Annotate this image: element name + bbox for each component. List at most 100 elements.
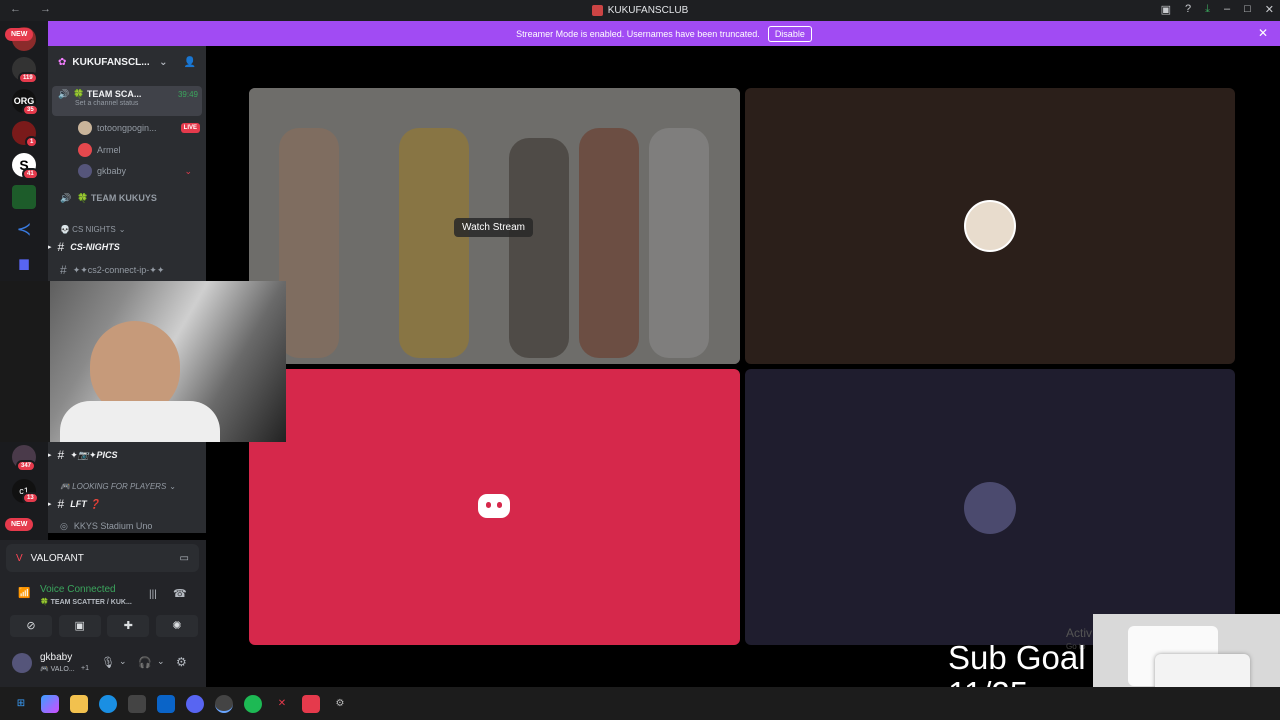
soundboard-icon[interactable]: ✺ — [155, 615, 198, 637]
activities-icon[interactable]: ✚ — [107, 615, 150, 637]
folder-icon[interactable]: ▆ — [12, 251, 36, 275]
windows-start-icon[interactable]: ⊞ — [12, 695, 30, 713]
member-name: gkbaby — [97, 166, 127, 176]
user-name[interactable]: gkbaby — [40, 652, 72, 663]
stream-tile[interactable]: Watch Stream — [249, 88, 740, 364]
hash-icon: # — [60, 263, 67, 277]
connection-status[interactable]: Voice Connected — [40, 584, 116, 595]
valorant-icon[interactable] — [302, 694, 320, 713]
speaker-icon: 🔊 — [60, 192, 72, 203]
windows-taskbar: ⊞ ✕ ⚙ — [0, 687, 1280, 720]
chrome-icon[interactable] — [215, 694, 233, 713]
stream-figure — [279, 128, 339, 358]
app-icon — [591, 5, 603, 16]
voice-channel-team-scatter[interactable]: 🔊 🍀 TEAM SCA... 39:49 Set a channel stat… — [52, 86, 202, 116]
member-name: totoongpogin... — [97, 123, 157, 133]
channel-cs-nights[interactable]: ▸ # CS-NIGHTS — [48, 239, 206, 255]
channel-stadium[interactable]: ◎ KKYS Stadium Uno — [48, 518, 206, 533]
channel-status[interactable]: Set a channel status — [58, 100, 202, 107]
mention-count: 41 — [22, 168, 39, 180]
stream-figure — [399, 128, 469, 358]
edge-icon[interactable] — [99, 694, 117, 713]
channel-name: KKYS Stadium Uno — [73, 521, 153, 531]
spotify-icon[interactable] — [244, 694, 262, 713]
connection-channel[interactable]: 🍀 TEAM SCATTER / KUK... — [40, 598, 132, 606]
voice-call-grid: Watch Stream Activ Go to — [206, 46, 1280, 687]
webcam-shadow — [0, 281, 50, 442]
server-icon[interactable]: ≺ — [12, 217, 36, 241]
channel-name: ✦📷✦PICS — [70, 449, 118, 460]
voice-member[interactable]: gkbaby ⌄ — [48, 163, 206, 179]
screenshare-icon[interactable]: ▣ — [58, 615, 101, 637]
help-icon[interactable]: ? — [1185, 3, 1191, 16]
discord-icon[interactable] — [186, 694, 204, 713]
avatar — [964, 200, 1016, 252]
category-cs-nights[interactable]: 💀 CS NIGHTS ⌄ — [48, 222, 206, 236]
outlook-icon[interactable] — [157, 694, 175, 713]
activity-card[interactable]: V VALORANT ▭ — [6, 544, 199, 572]
watch-stream-button[interactable]: Watch Stream — [454, 218, 533, 237]
store-icon[interactable] — [128, 694, 146, 713]
maximize-button[interactable]: □ — [1244, 3, 1251, 16]
nav-arrows[interactable]: ← → — [10, 3, 59, 15]
channel-cs2-connect[interactable]: # ✦✦cs2-connect-ip-✦✦ — [48, 262, 206, 278]
chevron-down-icon: ⌄ — [159, 57, 168, 68]
server-header[interactable]: ✿ KUKUFANSCL... ⌄ 👤 — [48, 46, 206, 79]
voice-channel-team-kukuys[interactable]: 🔊 🍀 TEAM KUKUYS — [48, 190, 206, 206]
channel-lft[interactable]: ▸ # LFT ❓ — [48, 496, 206, 512]
avatar[interactable] — [12, 653, 32, 673]
activity-name: VALORANT — [30, 552, 84, 564]
disable-button[interactable]: Disable — [767, 25, 812, 42]
live-badge: LIVE — [180, 123, 200, 133]
camera-off-icon[interactable]: ⊘ — [10, 615, 52, 637]
noise-suppression-icon[interactable]: ||| — [149, 589, 157, 600]
download-icon[interactable]: ⤓ — [1205, 3, 1210, 16]
close-banner-icon[interactable]: ✕ — [1258, 26, 1268, 40]
webcam-shirt — [60, 401, 220, 442]
settings-gear-icon[interactable]: ⚙ — [176, 655, 187, 669]
hash-icon: # — [57, 240, 65, 254]
microphone-icon[interactable]: 🎙 — [101, 656, 115, 669]
category-looking[interactable]: 🎮 LOOKING FOR PLAYERS ⌄ — [48, 479, 206, 493]
voice-member[interactable]: totoongpogin... LIVE — [48, 120, 206, 136]
chevron-down-icon: ⌄ — [184, 165, 192, 176]
file-explorer-icon[interactable] — [70, 694, 88, 713]
chevron-down-icon: ⌄ — [118, 224, 126, 234]
inbox-icon[interactable]: ▣ — [1161, 3, 1171, 16]
server-boost-icon: ✿ — [58, 57, 67, 68]
stage-icon: ◎ — [60, 520, 68, 531]
stream-figure — [579, 128, 639, 358]
stream-figure — [649, 128, 709, 358]
new-badge: NEW — [5, 518, 34, 531]
invite-icon[interactable]: 👤 — [184, 57, 196, 68]
server-icon[interactable] — [12, 185, 36, 209]
mention-count: 1 — [25, 136, 39, 148]
participant-tile[interactable] — [745, 369, 1235, 645]
copilot-icon[interactable] — [41, 694, 59, 713]
disconnect-icon[interactable]: ☎ — [173, 587, 187, 600]
voice-controls: ⊘ ▣ ✚ ✺ — [10, 615, 198, 637]
chevron-down-icon[interactable]: ⌄ — [157, 656, 165, 667]
participant-tile[interactable] — [249, 369, 740, 645]
voice-member[interactable]: Armel — [48, 142, 206, 158]
headphones-icon[interactable]: 🎧 — [138, 656, 152, 669]
activity-settings-icon[interactable]: ▭ — [180, 553, 189, 564]
participant-tile[interactable] — [745, 88, 1235, 364]
channel-name: CS-NIGHTS — [70, 242, 120, 252]
capcut-icon[interactable]: ✕ — [273, 695, 291, 713]
minimize-button[interactable]: – — [1224, 3, 1230, 16]
valorant-icon: V — [16, 552, 23, 564]
channel-name: 🍀 TEAM SCA... — [73, 89, 142, 99]
hash-icon: # — [57, 448, 65, 462]
chevron-down-icon: ⌄ — [169, 481, 176, 491]
avatar — [78, 143, 92, 157]
close-window-button[interactable]: ✕ — [1265, 3, 1274, 16]
settings-icon[interactable]: ⚙ — [331, 695, 349, 713]
channel-pics[interactable]: ▸ # ✦📷✦PICS — [48, 447, 206, 463]
avatar — [964, 482, 1016, 534]
signal-icon[interactable]: 📶 — [18, 588, 30, 599]
avatar — [78, 121, 92, 135]
chevron-down-icon[interactable]: ⌄ — [119, 656, 127, 667]
channel-name: ✦✦cs2-connect-ip-✦✦ — [72, 264, 165, 275]
activation-watermark: Activ — [1066, 626, 1093, 640]
